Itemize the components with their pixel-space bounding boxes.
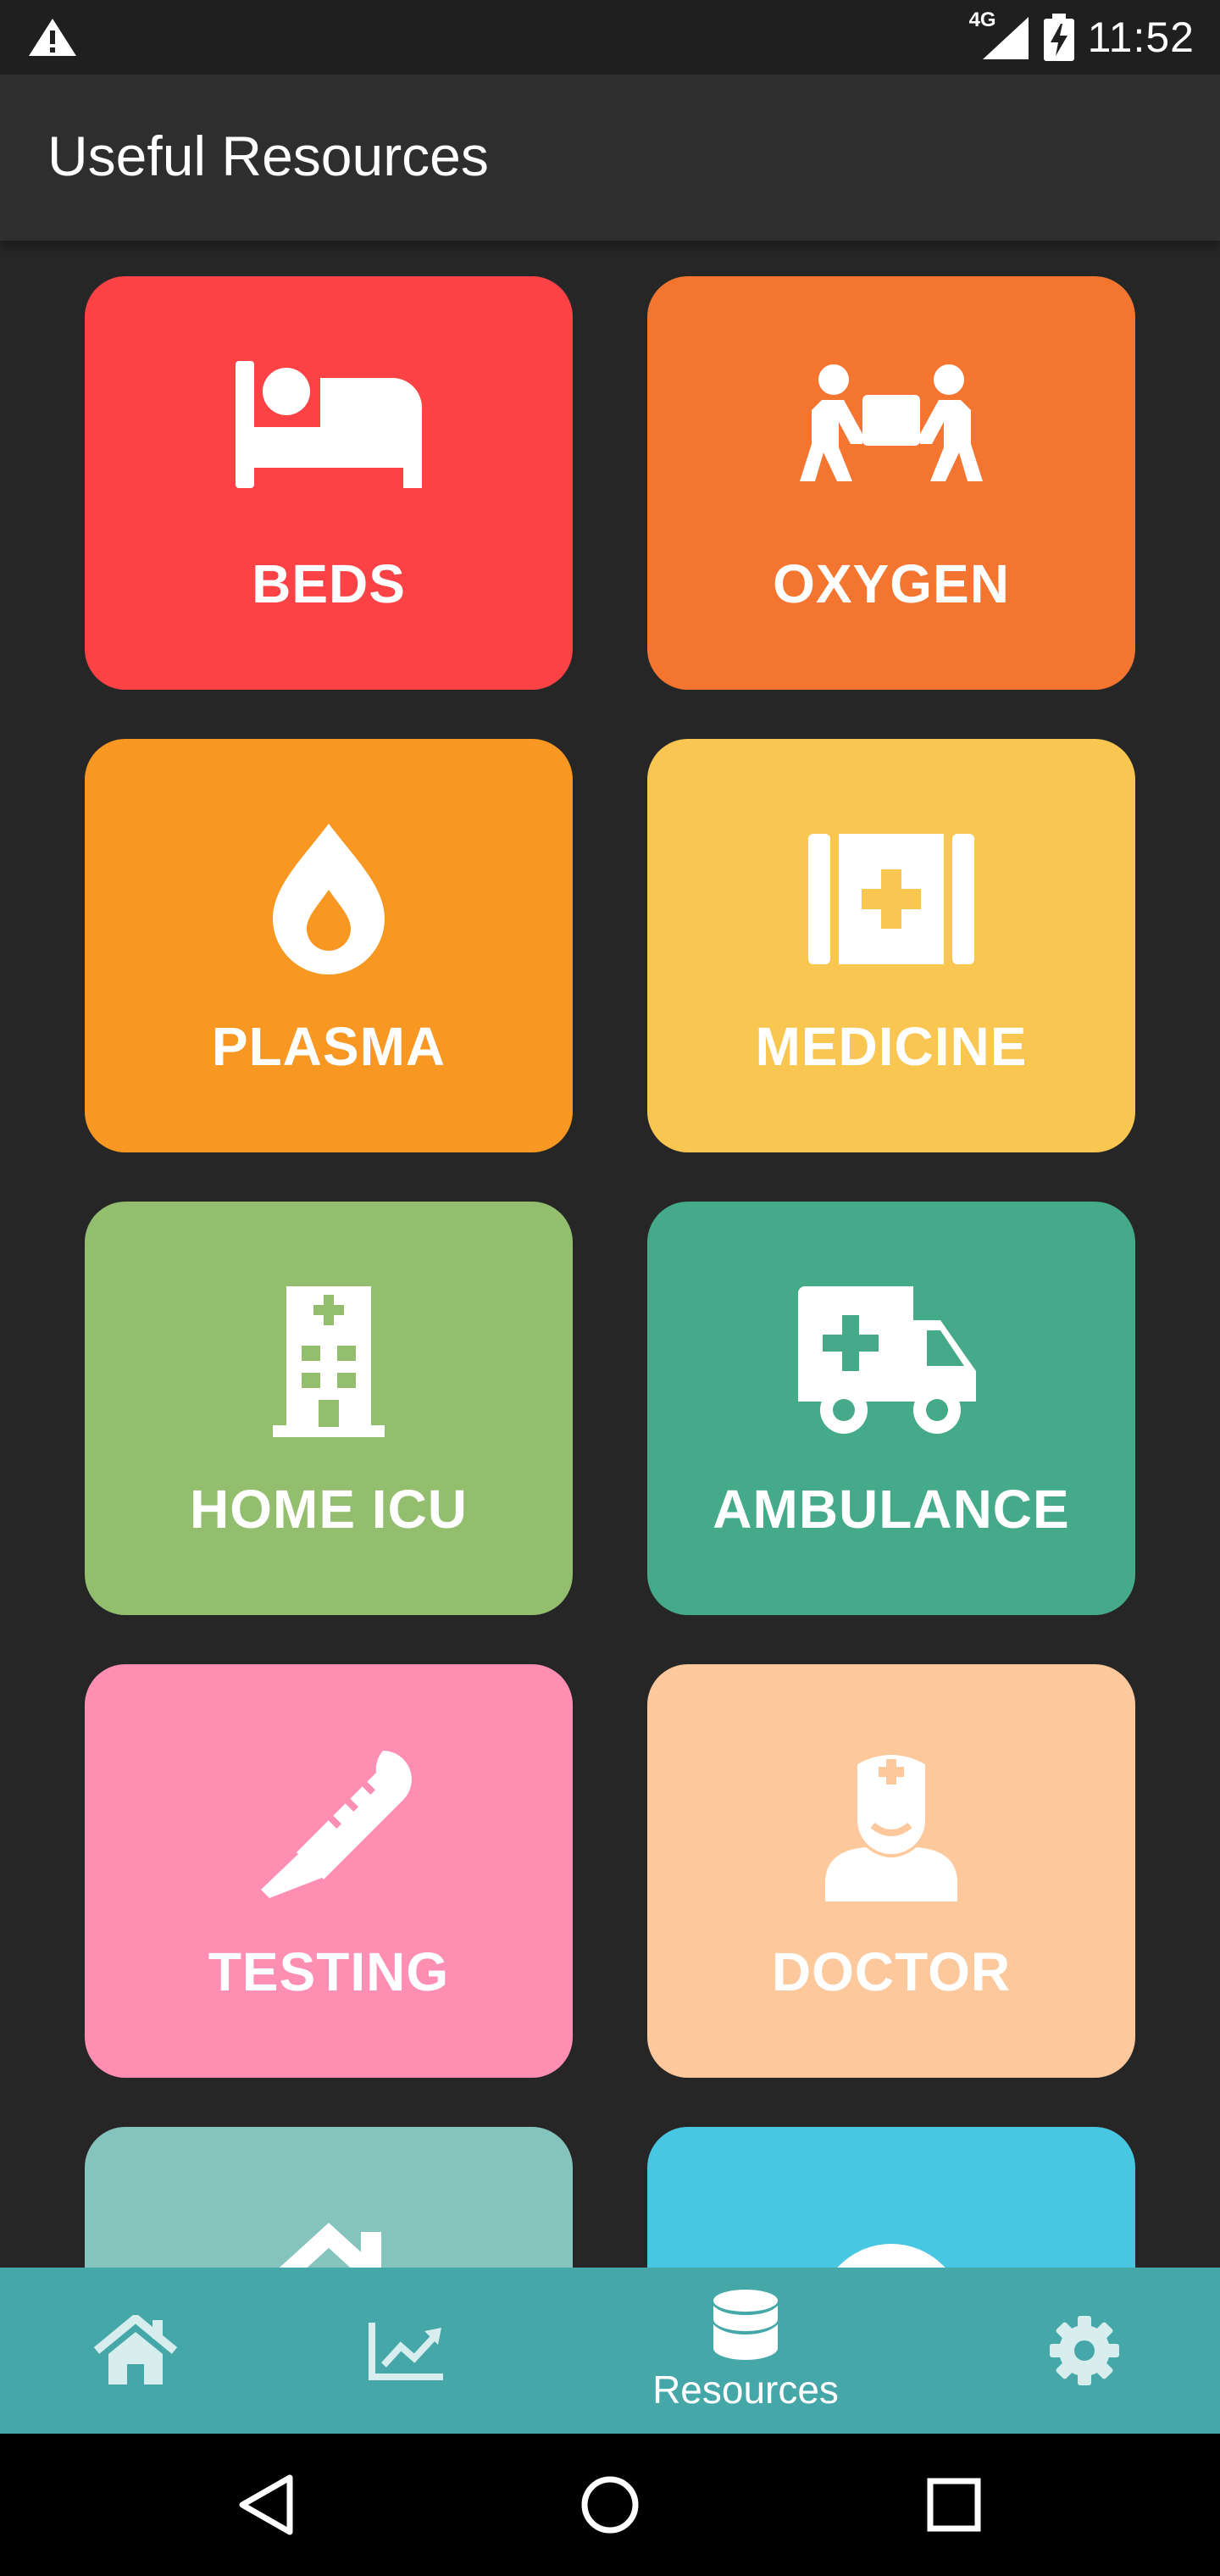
warning-icon	[29, 19, 76, 56]
resource-grid: BEDS OXYGEN PLASMA MEDICINE HOME ICU AMB…	[0, 241, 1220, 2268]
back-icon[interactable]	[234, 2471, 302, 2539]
signal-icon: 4G	[969, 8, 1030, 61]
nav-resources-label: Resources	[652, 2368, 839, 2412]
tile-label: DOCTOR	[771, 1941, 1012, 2002]
doctor-icon	[825, 1755, 957, 1901]
home-icon	[279, 2223, 381, 2268]
gear-icon	[1050, 2316, 1119, 2385]
home-icon	[93, 2315, 178, 2384]
tile-oxygen[interactable]: OXYGEN	[647, 276, 1135, 690]
nav-resources[interactable]: Resources	[627, 2268, 864, 2434]
screen: 4G 11:52 Useful Resources BEDS OXYGEN PL…	[0, 0, 1220, 2576]
user-icon	[837, 2244, 946, 2268]
clock: 11:52	[1087, 14, 1195, 61]
drop-icon	[273, 824, 385, 974]
system-navigation-bar	[0, 2434, 1220, 2576]
status-bar: 4G 11:52	[0, 0, 1220, 75]
medkit-icon	[808, 834, 974, 964]
database-icon	[713, 2290, 778, 2360]
home-circle-icon[interactable]	[576, 2471, 644, 2539]
recents-icon[interactable]	[920, 2471, 988, 2539]
tile-home-icu[interactable]: HOME ICU	[85, 1202, 573, 1615]
tile-doctor[interactable]: DOCTOR	[647, 1664, 1135, 2078]
nav-settings[interactable]	[1034, 2268, 1135, 2434]
tile-medicine[interactable]: MEDICINE	[647, 739, 1135, 1152]
nav-stats[interactable]	[356, 2268, 458, 2434]
page-title: Useful Resources	[47, 125, 489, 187]
tile-user[interactable]	[647, 2127, 1135, 2268]
nav-home[interactable]	[85, 2268, 186, 2434]
tile-ambulance[interactable]: AMBULANCE	[647, 1202, 1135, 1615]
tile-label: PLASMA	[211, 1016, 446, 1077]
battery-charging-icon	[1043, 14, 1074, 61]
tile-home[interactable]	[85, 2127, 573, 2268]
chart-icon	[369, 2323, 443, 2380]
tile-label: BEDS	[252, 553, 406, 614]
tile-label: OXYGEN	[773, 553, 1010, 614]
tile-label: HOME ICU	[190, 1479, 468, 1540]
bed-icon	[236, 361, 422, 488]
thermometer-icon	[261, 1751, 412, 1898]
network-type: 4G	[968, 8, 996, 31]
tile-beds[interactable]: BEDS	[85, 276, 573, 690]
app-bar: Useful Resources	[0, 75, 1220, 241]
ambulance-icon	[798, 1286, 976, 1434]
status-right: 4G 11:52	[969, 8, 1195, 64]
tile-label: AMBULANCE	[713, 1479, 1070, 1540]
bottom-navigation: Resources	[0, 2268, 1220, 2434]
tile-label: MEDICINE	[755, 1016, 1028, 1077]
people-carry-icon	[800, 364, 983, 481]
hospital-icon	[273, 1286, 385, 1437]
tile-label: TESTING	[208, 1941, 450, 2002]
tile-testing[interactable]: TESTING	[85, 1664, 573, 2078]
tile-plasma[interactable]: PLASMA	[85, 739, 573, 1152]
